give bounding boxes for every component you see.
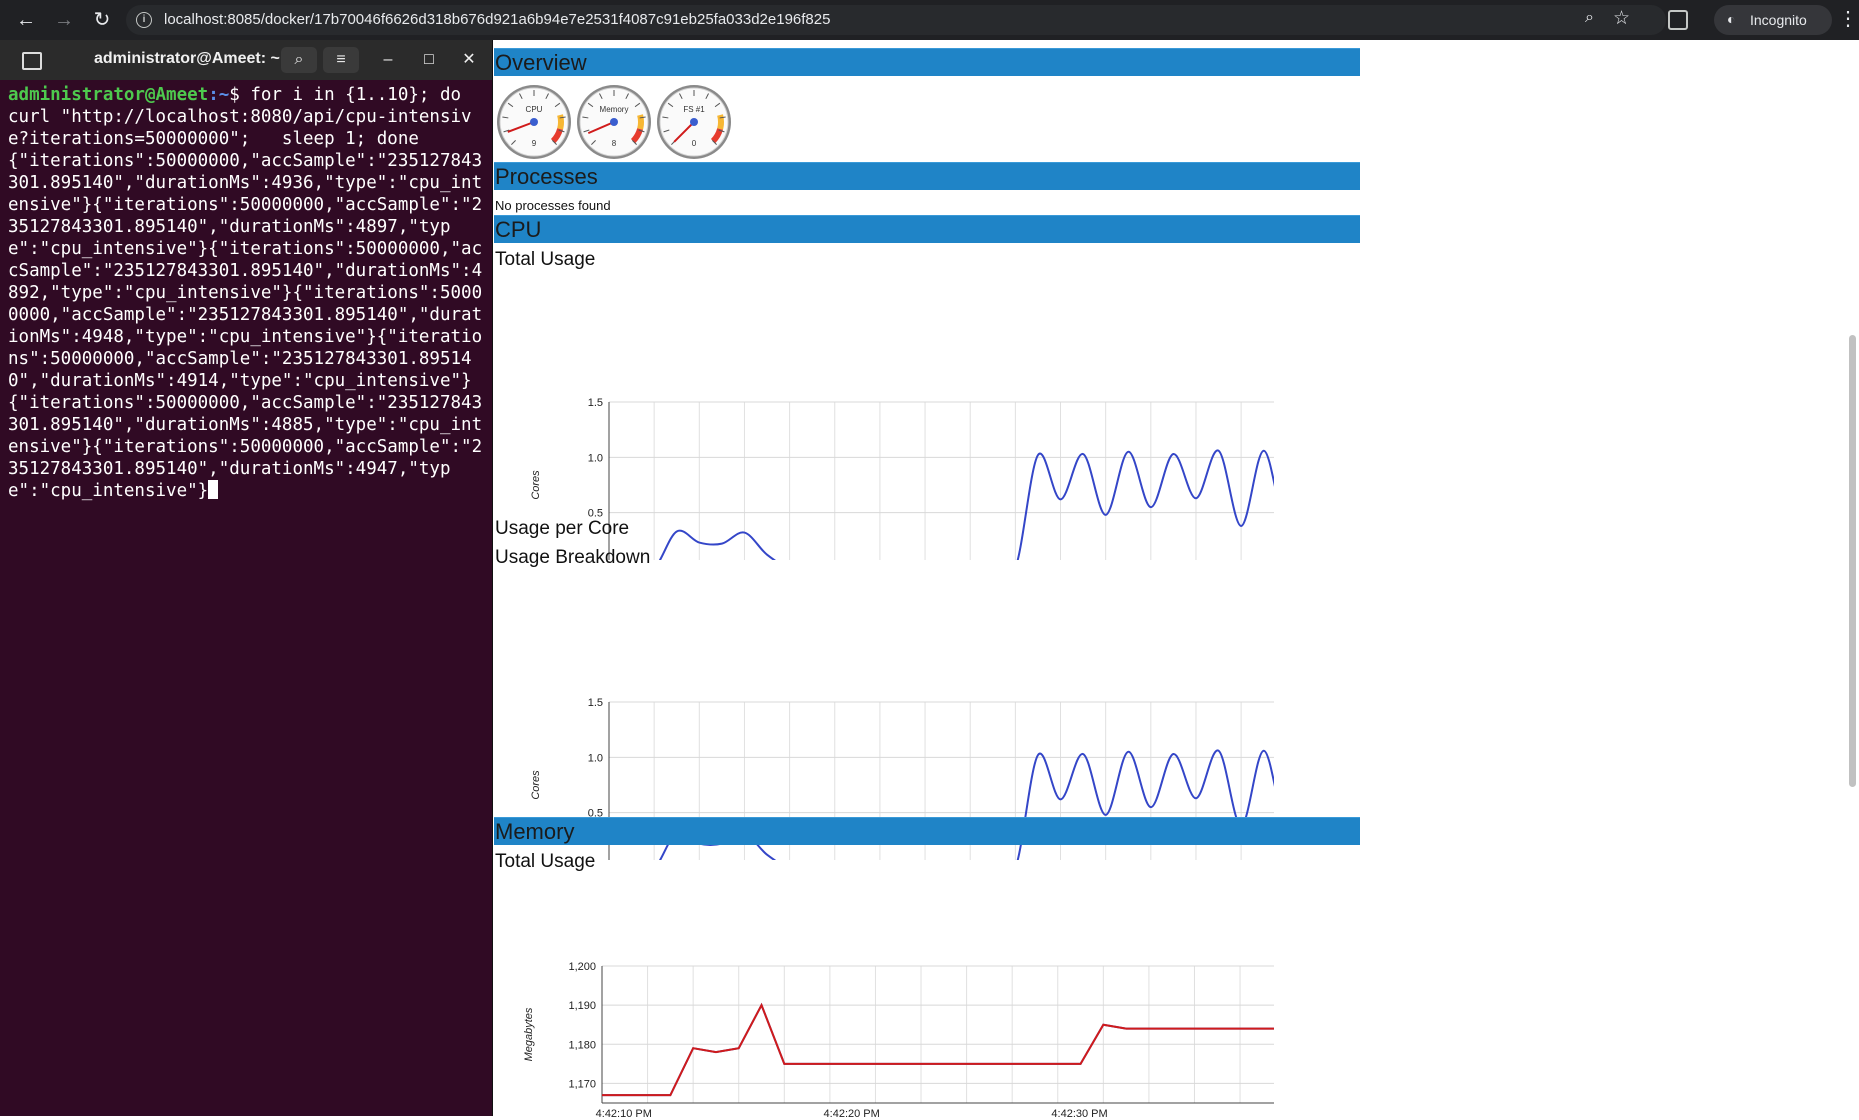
memory-header: Memory <box>494 817 1360 845</box>
cpu-per-core-title: Usage per Core <box>495 518 630 539</box>
y-tick-label: 1.5 <box>588 697 603 709</box>
no-processes-text: No processes found <box>495 198 611 213</box>
y-tick-label: 1.0 <box>588 752 603 764</box>
container-stats-page: Overview CPU 9 Memory 8 FS #1 0 Processes No … <box>494 40 1844 1120</box>
new-tab-icon[interactable] <box>22 52 42 70</box>
y-tick-label: 1.0 <box>588 452 603 464</box>
x-tick-label: 4:42:10 PM <box>596 1108 652 1120</box>
y-tick-label: 1,180 <box>568 1039 596 1051</box>
incognito-badge[interactable]: ◐ Incognito <box>1714 5 1832 35</box>
address-bar[interactable]: i localhost:8085/docker/17b70046f6626d31… <box>126 5 1666 35</box>
maximize-icon[interactable]: □ <box>416 46 442 74</box>
y-tick-label: 1,170 <box>568 1078 596 1090</box>
gauge-band <box>717 114 724 130</box>
cpu-header: CPU <box>494 215 1360 243</box>
gauge-cpu: CPU 9 <box>497 85 571 159</box>
minimize-icon[interactable]: – <box>375 46 401 74</box>
processes-header: Processes <box>494 162 1360 190</box>
search-icon[interactable]: ⌕ <box>281 47 317 73</box>
series-line-total <box>658 449 1274 560</box>
gauge-memory: Memory 8 <box>577 85 651 159</box>
forward-icon[interactable]: → <box>52 8 76 32</box>
browser-toolbar: ← → ↻ i localhost:8085/docker/17b70046f6… <box>0 0 1859 40</box>
reload-icon[interactable]: ↻ <box>90 8 114 32</box>
incognito-icon: ◐ <box>1727 11 1736 27</box>
site-info-icon[interactable]: i <box>136 12 152 28</box>
gauge-fs-1: FS #1 0 <box>657 85 731 159</box>
browser-menu-icon[interactable]: ⋮ <box>1838 8 1858 30</box>
y-axis-label: Megabytes <box>523 1007 535 1061</box>
gauge-label: Memory <box>600 105 629 114</box>
terminal-response: {"iterations":50000000,"accSample":"2351… <box>8 151 483 501</box>
page-scrollbar[interactable] <box>1846 40 1859 1120</box>
scrollbar-thumb[interactable] <box>1849 335 1856 787</box>
y-tick-label: 1,190 <box>568 1000 596 1012</box>
x-tick-label: 4:42:20 PM <box>824 1108 880 1120</box>
gauge-band <box>637 114 644 130</box>
terminal-output[interactable]: administrator@Ameet:~$ for i in {1..10};… <box>8 84 486 502</box>
back-icon[interactable]: ← <box>14 8 38 32</box>
close-icon[interactable]: ✕ <box>456 46 482 74</box>
gauge-value: 0 <box>692 139 697 148</box>
x-tick-label: 4:42:30 PM <box>1051 1108 1107 1120</box>
y-axis-label: Cores <box>530 770 542 800</box>
memory-total-usage-title: Total Usage <box>495 851 596 872</box>
terminal-window[interactable]: administrator@Ameet: ~ ⌕ ≡ – □ ✕ adminis… <box>0 40 493 1116</box>
gauge-label: FS #1 <box>683 105 705 114</box>
terminal-titlebar: administrator@Ameet: ~ ⌕ ≡ – □ ✕ <box>0 40 492 80</box>
overview-header: Overview <box>494 48 1360 76</box>
prompt-user: administrator@Ameet <box>8 85 209 105</box>
y-axis-label: Cores <box>530 470 542 500</box>
gauge-band <box>557 114 564 130</box>
memory-total-usage-chart: 1,1701,1801,1901,200Megabytes4:42:10 PMU… <box>523 961 1274 1120</box>
cpu-total-usage-title: Total Usage <box>495 249 596 270</box>
gauge-label: CPU <box>526 105 543 114</box>
y-tick-label: 1,200 <box>568 961 596 973</box>
bookmark-star-icon[interactable]: ☆ <box>1613 7 1630 30</box>
gauge-value: 9 <box>532 139 537 148</box>
prompt-symbol: $ <box>229 85 251 105</box>
extensions-icon[interactable] <box>1668 10 1688 30</box>
gauge-hub <box>690 118 698 126</box>
y-tick-label: 1.5 <box>588 397 603 409</box>
terminal-cursor <box>208 480 219 499</box>
gauge-hub <box>610 118 618 126</box>
incognito-label: Incognito <box>1750 12 1807 28</box>
zoom-icon[interactable]: ⌕ <box>1585 9 1594 27</box>
gauge-hub <box>530 118 538 126</box>
series-line-hot <box>602 1002 1274 1097</box>
gauges-panel: CPU 9 Memory 8 FS #1 0 <box>497 85 731 159</box>
prompt-path: :~ <box>208 85 230 105</box>
hamburger-menu-icon[interactable]: ≡ <box>323 47 359 73</box>
terminal-title: administrator@Ameet: ~ <box>94 50 280 67</box>
gauge-value: 8 <box>612 139 617 148</box>
cpu-breakdown-title: Usage Breakdown <box>495 547 651 568</box>
url-text[interactable]: localhost:8085/docker/17b70046f6626d318b… <box>164 11 830 28</box>
